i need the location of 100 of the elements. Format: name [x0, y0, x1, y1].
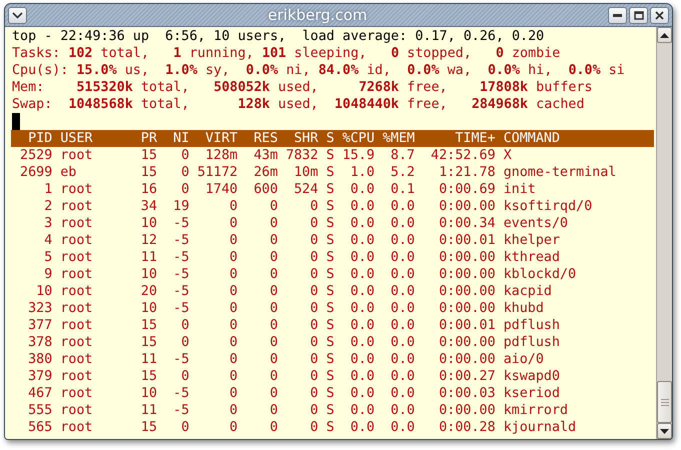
- table-cell-text: 0.0: [349, 249, 375, 266]
- table-cell-text: 0:00.00: [438, 249, 496, 266]
- table-cell-text: 0: [309, 300, 318, 317]
- table-cell-text: 0: [309, 317, 318, 334]
- table-cell-text: 9: [43, 266, 52, 283]
- table-cell: init: [503, 181, 536, 198]
- table-cell-text: 379: [27, 368, 52, 385]
- column-header[interactable]: %CPU: [342, 130, 375, 147]
- scrollbar-thumb[interactable]: [657, 381, 672, 423]
- table-cell-text: 0.0: [349, 198, 375, 215]
- table-cell-text: 0:00.00: [438, 283, 496, 300]
- table-cell-text: 524: [292, 181, 318, 198]
- table-cell-text: 0:00.00: [438, 300, 496, 317]
- table-cell-text: 26m: [252, 164, 278, 181]
- table-cell: aio/0: [503, 351, 544, 368]
- table-cell-text: 0: [268, 266, 278, 283]
- table-cell-text: root: [60, 317, 94, 334]
- column-header[interactable]: PR: [132, 130, 158, 147]
- table-cell-text: 0: [228, 300, 238, 317]
- table-cell-text: 0.0: [349, 351, 375, 368]
- table-cell: 51172: [197, 164, 238, 181]
- scrollbar[interactable]: [656, 27, 672, 439]
- summary-line: Cpu(s): 15.0% us, 1.0% sy, 0.0% ni, 84.0% id, 0.0% wa, 0.0% hi, 0.0% si: [12, 62, 626, 79]
- minimize-button[interactable]: [608, 6, 627, 24]
- column-header[interactable]: USER: [60, 130, 125, 147]
- table-cell-text: 0.0: [390, 402, 415, 419]
- column-header[interactable]: COMMAND: [503, 130, 560, 147]
- minimize-icon: [613, 14, 622, 16]
- table-cell-text: 0: [228, 368, 238, 385]
- table-cell-text: 0: [268, 232, 278, 249]
- table-cell-text: 0: [228, 385, 238, 402]
- column-header[interactable]: PID: [12, 130, 52, 147]
- table-cell-text: 34: [140, 198, 158, 215]
- table-cell: kblockd/0: [503, 266, 576, 283]
- table-cell-text: 0.0: [390, 334, 415, 351]
- column-header[interactable]: VIRT: [197, 130, 238, 147]
- table-cell: S: [326, 215, 334, 232]
- table-cell-text: 20: [140, 283, 158, 300]
- table-cell: kmirrord: [503, 402, 568, 419]
- table-cell-text: 0: [309, 266, 318, 283]
- table-cell-text: 0.0: [349, 283, 375, 300]
- table-cell: khelper: [503, 232, 560, 249]
- table-cell-text: root: [60, 283, 94, 300]
- table-cell-text: 15: [140, 368, 158, 385]
- table-cell-text: 0.0: [390, 419, 415, 436]
- maximize-button[interactable]: [629, 6, 648, 24]
- table-cell-text: 1:21.78: [438, 164, 496, 181]
- table-cell-text: root: [60, 198, 94, 215]
- table-cell-text: 0.0: [349, 368, 375, 385]
- table-cell-text: 16: [140, 181, 158, 198]
- table-cell-text: -5: [172, 300, 190, 317]
- table-cell: 7832: [286, 147, 318, 164]
- table-cell-text: root: [60, 300, 94, 317]
- table-cell-text: 0: [309, 419, 318, 436]
- column-header[interactable]: TIME+: [422, 130, 496, 147]
- table-cell-text: 0.0: [390, 249, 415, 266]
- table-cell-text: -5: [172, 283, 190, 300]
- table-cell-text: 0.0: [349, 232, 375, 249]
- table-cell-text: 0:00.28: [438, 419, 496, 436]
- table-cell-text: 2529: [19, 147, 52, 164]
- table-cell-text: 0: [309, 215, 318, 232]
- table-cell-text: 15: [140, 164, 158, 181]
- table-cell-text: 0: [309, 249, 318, 266]
- scroll-up-button[interactable]: [657, 27, 672, 43]
- table-cell-text: 0: [228, 317, 238, 334]
- table-cell-text: 0.0: [349, 181, 375, 198]
- table-cell-text: 0: [180, 419, 190, 436]
- table-cell: kjournald: [503, 419, 576, 436]
- column-header[interactable]: S: [326, 130, 334, 147]
- window-menu-button[interactable]: [8, 6, 27, 24]
- table-cell-text: 555: [27, 402, 52, 419]
- table-cell-text: 0:00.03: [438, 385, 496, 402]
- table-cell-text: 0: [309, 351, 318, 368]
- chevron-down-icon: [12, 12, 23, 18]
- table-cell-text: 0.0: [390, 266, 415, 283]
- column-header[interactable]: SHR: [286, 130, 318, 147]
- table-cell: S: [326, 419, 334, 436]
- column-header[interactable]: NI: [165, 130, 190, 147]
- table-cell-text: 0: [309, 368, 318, 385]
- column-header[interactable]: %MEM: [382, 130, 415, 147]
- table-cell-text: 10: [35, 283, 52, 300]
- table-cell-text: 3: [43, 215, 52, 232]
- scroll-down-button[interactable]: [657, 423, 672, 439]
- table-cell-text: 600: [252, 181, 278, 198]
- close-button[interactable]: [650, 6, 669, 24]
- table-cell-text: 1740: [204, 181, 238, 198]
- table-cell-text: 0.0: [390, 368, 415, 385]
- table-cell-text: root: [60, 232, 94, 249]
- table-cell-text: 467: [27, 385, 52, 402]
- table-cell-text: root: [60, 385, 94, 402]
- column-header[interactable]: RES: [246, 130, 278, 147]
- table-cell-text: 1: [43, 181, 52, 198]
- table-cell-text: 0: [268, 351, 278, 368]
- table-cell-text: root: [60, 147, 94, 164]
- table-cell-text: 42:52.69: [430, 147, 496, 164]
- table-cell-text: 0.0: [349, 317, 375, 334]
- table-cell-text: 0: [268, 300, 278, 317]
- table-cell-text: root: [60, 402, 94, 419]
- table-cell-text: 10: [140, 300, 158, 317]
- table-cell-text: 0: [309, 283, 318, 300]
